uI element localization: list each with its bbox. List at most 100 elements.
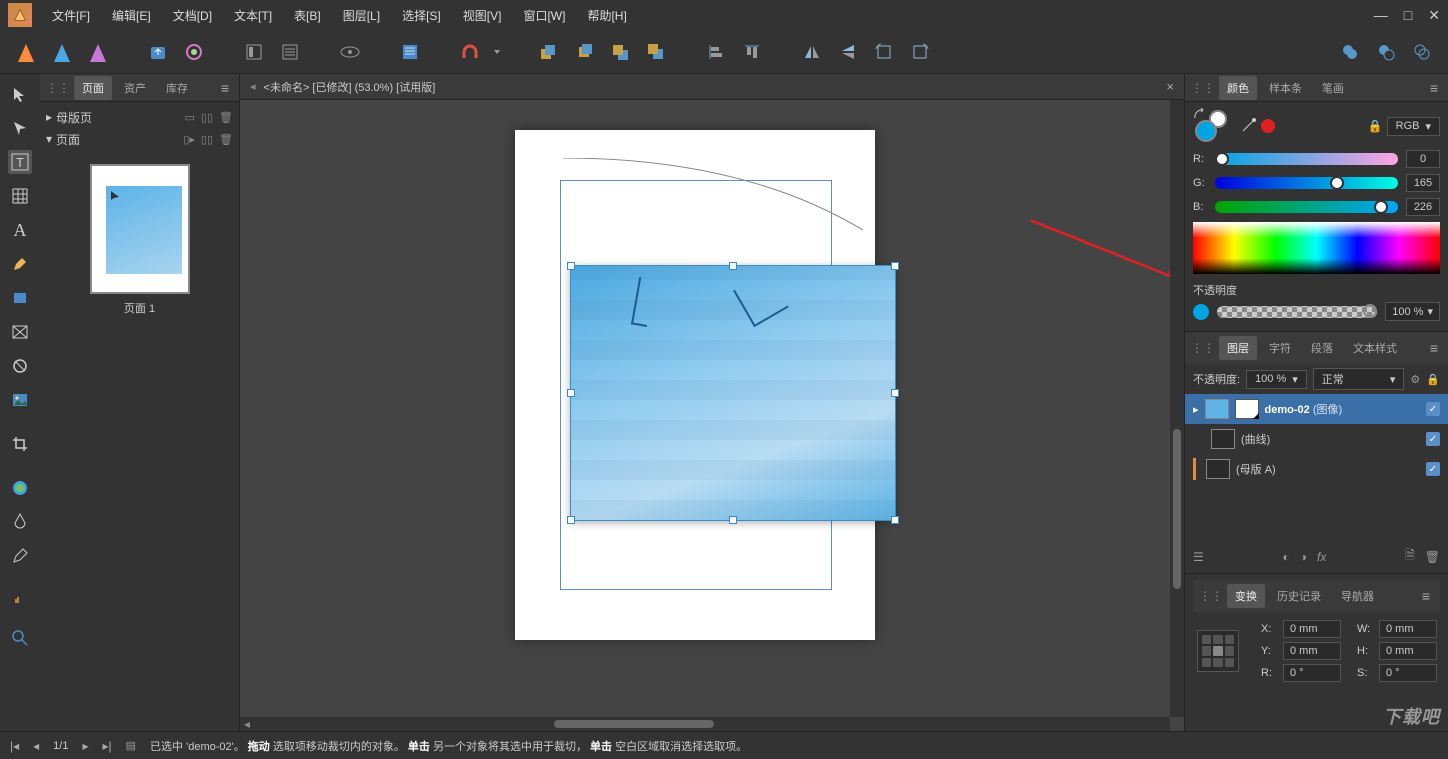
menu-document[interactable]: 文档[D] xyxy=(173,7,212,24)
tab-swatches[interactable]: 样本条 xyxy=(1261,76,1310,100)
gear-icon[interactable]: ⚙ xyxy=(1410,373,1420,386)
slider-r[interactable]: R: 0 xyxy=(1193,150,1440,168)
hand-tool[interactable] xyxy=(8,592,32,616)
tab-paragraph[interactable]: 段落 xyxy=(1303,336,1341,360)
boolean-subtract-icon[interactable] xyxy=(1372,38,1400,66)
tree-pages[interactable]: ▾页面 ▯▸▯▯🗑 xyxy=(46,128,233,150)
snapping-icon[interactable] xyxy=(456,38,484,66)
next-page-icon[interactable]: ▸ xyxy=(82,739,88,753)
menu-help[interactable]: 帮助[H] xyxy=(587,7,626,24)
layer-item-master-a[interactable]: (母版 A) ✓ xyxy=(1185,454,1448,484)
first-page-icon[interactable]: |◂ xyxy=(10,739,19,753)
page-thumb-1[interactable] xyxy=(90,164,190,294)
s-input[interactable] xyxy=(1379,664,1437,682)
chevron-left-icon[interactable]: ◂ xyxy=(250,80,256,93)
layer-item-curve[interactable]: (曲线) ✓ xyxy=(1185,424,1448,454)
fill-tool[interactable] xyxy=(8,476,32,500)
adjustment-icon[interactable]: ◑ xyxy=(1300,550,1307,564)
color-sample-icon[interactable] xyxy=(1261,119,1275,133)
color-fill-swatch[interactable] xyxy=(1195,120,1217,142)
tab-stock[interactable]: 库存 xyxy=(158,76,196,100)
tab-text-styles[interactable]: 文本样式 xyxy=(1345,336,1405,360)
layers-panel-menu-icon[interactable]: ≡ xyxy=(1430,340,1442,356)
delete-layer-icon[interactable]: 🗑 xyxy=(1425,550,1440,564)
fx-icon[interactable]: fx xyxy=(1317,550,1326,564)
table-tool[interactable] xyxy=(8,184,32,208)
trash-icon[interactable]: 🗑 xyxy=(219,111,233,124)
tab-transform[interactable]: 变换 xyxy=(1227,584,1265,608)
pen-tool[interactable] xyxy=(8,252,32,276)
arrange-forward-icon[interactable] xyxy=(570,38,598,66)
hints-toggle-icon[interactable]: ▤ xyxy=(126,739,136,752)
tab-color[interactable]: 颜色 xyxy=(1219,76,1257,100)
menu-edit[interactable]: 编辑[E] xyxy=(112,7,151,24)
persona-photo-icon[interactable] xyxy=(84,38,112,66)
eyedropper-icon[interactable] xyxy=(1241,117,1257,136)
scroll-thumb-h[interactable] xyxy=(554,720,714,728)
g-value[interactable]: 165 xyxy=(1406,174,1440,192)
lock-icon[interactable]: 🔒 xyxy=(1368,119,1383,133)
trash-icon[interactable]: 🗑 xyxy=(219,133,233,146)
flip-h-icon[interactable] xyxy=(798,38,826,66)
menu-table[interactable]: 表[B] xyxy=(294,7,321,24)
preview-icon[interactable] xyxy=(336,38,364,66)
document-tab[interactable]: ◂ <未命名> [已修改] (53.0%) [试用版] × xyxy=(240,74,1184,100)
x-input[interactable] xyxy=(1283,620,1341,638)
crop-tool[interactable] xyxy=(8,432,32,456)
zoom-tool[interactable] xyxy=(8,626,32,650)
menu-view[interactable]: 视图[V] xyxy=(463,7,502,24)
rectangle-tool[interactable] xyxy=(8,286,32,310)
arrange-backward-icon[interactable] xyxy=(606,38,634,66)
layer-visible-check[interactable]: ✓ xyxy=(1426,402,1440,416)
tab-character[interactable]: 字符 xyxy=(1261,336,1299,360)
close-button[interactable]: ✕ xyxy=(1428,7,1440,24)
scrollbar-h[interactable]: ◂ xyxy=(240,717,1170,731)
spread-icon[interactable]: ▯▯ xyxy=(201,111,213,124)
expand-icon[interactable]: ▸ xyxy=(1193,403,1199,416)
menu-layer[interactable]: 图层[L] xyxy=(343,7,380,24)
add-page-icon[interactable]: ▯▸ xyxy=(183,133,195,146)
tab-stroke[interactable]: 笔画 xyxy=(1314,76,1352,100)
maximize-button[interactable]: □ xyxy=(1404,7,1412,24)
tab-history[interactable]: 历史记录 xyxy=(1269,584,1329,608)
placed-image-demo-02[interactable] xyxy=(570,265,896,521)
rotate-cw-icon[interactable] xyxy=(906,38,934,66)
canvas-viewport[interactable]: ◂ xyxy=(240,100,1184,731)
anchor-selector[interactable] xyxy=(1197,630,1239,672)
prev-page-icon[interactable]: ◂ xyxy=(33,739,39,753)
close-tab-icon[interactable]: × xyxy=(1166,79,1174,94)
slider-b[interactable]: B: 226 xyxy=(1193,198,1440,216)
boolean-intersect-icon[interactable] xyxy=(1408,38,1436,66)
baseline-icon[interactable] xyxy=(276,38,304,66)
text-wrap-icon[interactable] xyxy=(396,38,424,66)
move-tool[interactable] xyxy=(8,82,32,106)
slider-g[interactable]: G: 165 xyxy=(1193,174,1440,192)
b-value[interactable]: 226 xyxy=(1406,198,1440,216)
flip-v-icon[interactable] xyxy=(834,38,862,66)
node-tool[interactable] xyxy=(8,116,32,140)
ellipse-tool[interactable] xyxy=(8,354,32,378)
scroll-thumb-v[interactable] xyxy=(1173,429,1181,589)
add-layer-icon[interactable]: 🗎 xyxy=(1405,546,1415,567)
persona-designer-icon[interactable] xyxy=(48,38,76,66)
scroll-left-icon[interactable]: ◂ xyxy=(240,717,254,731)
scrollbar-v[interactable] xyxy=(1170,100,1184,717)
rotate-ccw-icon[interactable] xyxy=(870,38,898,66)
last-page-icon[interactable]: ▸| xyxy=(103,739,112,753)
minimize-button[interactable]: — xyxy=(1374,7,1388,24)
color-mode-select[interactable]: RGB▾ xyxy=(1387,117,1440,136)
tab-assets[interactable]: 资产 xyxy=(116,76,154,100)
tab-layers[interactable]: 图层 xyxy=(1219,336,1257,360)
picture-frame-tool[interactable] xyxy=(8,320,32,344)
y-input[interactable] xyxy=(1283,642,1341,660)
snapping-dropdown-icon[interactable] xyxy=(492,38,502,66)
r-value[interactable]: 0 xyxy=(1406,150,1440,168)
transform-panel-menu-icon[interactable]: ≡ xyxy=(1422,588,1434,604)
tree-master-pages[interactable]: ▸母版页 ▭▯▯🗑 xyxy=(46,106,233,128)
layer-visible-check[interactable]: ✓ xyxy=(1426,432,1440,446)
blend-mode-select[interactable]: 正常▾ xyxy=(1313,368,1405,390)
color-panel-menu-icon[interactable]: ≡ xyxy=(1430,80,1442,96)
color-swap[interactable] xyxy=(1193,108,1229,144)
opacity-value[interactable]: 100 %▾ xyxy=(1385,302,1440,321)
place-image-tool[interactable] xyxy=(8,388,32,412)
